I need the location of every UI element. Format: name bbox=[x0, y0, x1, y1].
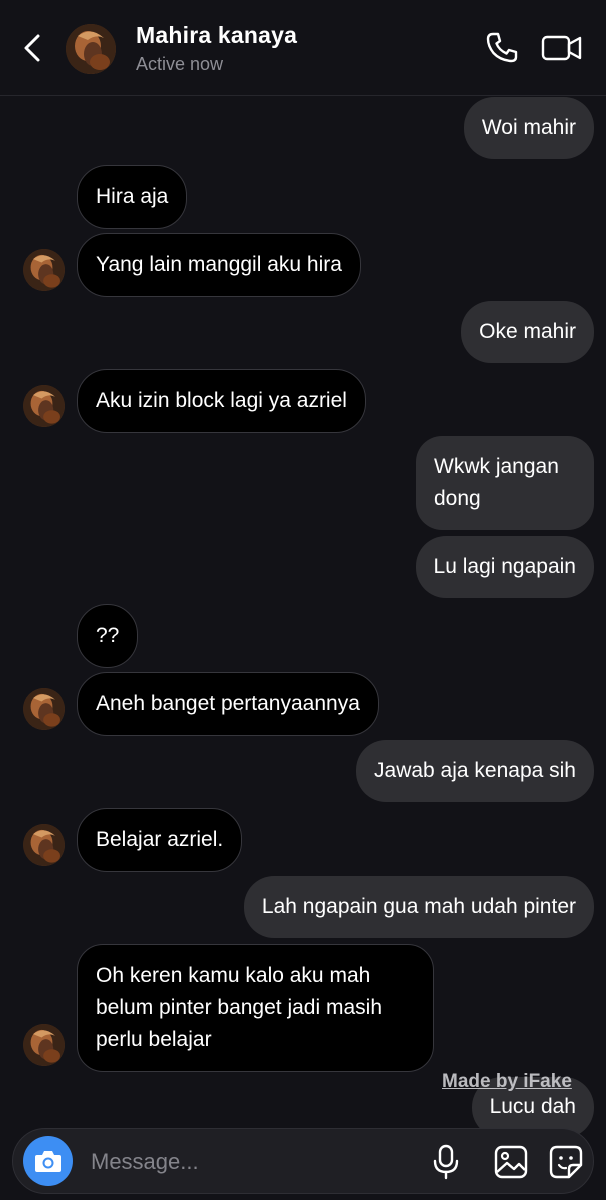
message-bubble-outgoing[interactable]: Jawab aja kenapa sih bbox=[356, 740, 594, 802]
watermark: Made by iFake bbox=[442, 1071, 572, 1092]
message-bubble-outgoing[interactable]: Wkwk jangan dong bbox=[416, 436, 594, 530]
message-bubble-incoming[interactable]: Oh keren kamu kalo aku mah belum pinter … bbox=[77, 944, 434, 1072]
message-bubble-incoming[interactable]: Aneh banget pertanyaannya bbox=[77, 672, 379, 736]
contact-name[interactable]: Mahira kanaya bbox=[136, 22, 297, 49]
message-avatar[interactable] bbox=[23, 688, 65, 730]
message-avatar[interactable] bbox=[23, 249, 65, 291]
message-avatar[interactable] bbox=[23, 385, 65, 427]
contact-avatar[interactable] bbox=[66, 24, 116, 74]
message-bubble-outgoing[interactable]: Lu lagi ngapain bbox=[415, 536, 594, 598]
message-bubble-incoming[interactable]: Belajar azriel. bbox=[77, 808, 243, 872]
message-avatar[interactable] bbox=[23, 1024, 65, 1066]
message-composer bbox=[12, 1128, 594, 1194]
message-input[interactable] bbox=[91, 1145, 411, 1179]
avatar-image bbox=[23, 1024, 65, 1066]
camera-button[interactable] bbox=[23, 1136, 73, 1186]
chat-header: Mahira kanaya Active now bbox=[0, 0, 606, 96]
chat-screen: Mahira kanaya Active now Woi mahir Hira … bbox=[0, 0, 606, 1200]
gallery-icon bbox=[494, 1145, 528, 1179]
video-call-button[interactable] bbox=[540, 30, 584, 66]
avatar-image bbox=[66, 24, 116, 74]
message-bubble-incoming[interactable]: Yang lain manggil aku hira bbox=[77, 233, 361, 297]
message-avatar[interactable] bbox=[23, 824, 65, 866]
back-icon bbox=[24, 34, 40, 62]
phone-icon bbox=[486, 32, 518, 63]
avatar-image bbox=[23, 688, 65, 730]
sticker-icon bbox=[549, 1145, 583, 1179]
message-bubble-incoming[interactable]: Hira aja bbox=[77, 165, 188, 229]
message-bubble-incoming[interactable]: ?? bbox=[77, 604, 139, 668]
message-bubble-incoming[interactable]: Aku izin block lagi ya azriel bbox=[77, 369, 366, 433]
gallery-button[interactable] bbox=[493, 1144, 529, 1180]
avatar-image bbox=[23, 385, 65, 427]
audio-call-button[interactable] bbox=[484, 30, 520, 66]
sticker-button[interactable] bbox=[548, 1144, 584, 1180]
microphone-icon bbox=[433, 1144, 459, 1180]
message-bubble-outgoing[interactable]: Woi mahir bbox=[463, 97, 594, 159]
voice-message-button[interactable] bbox=[431, 1144, 461, 1180]
avatar-image bbox=[23, 249, 65, 291]
contact-status: Active now bbox=[136, 54, 224, 74]
message-bubble-outgoing[interactable]: Lah ngapain gua mah udah pinter bbox=[243, 876, 594, 938]
avatar-image bbox=[23, 824, 65, 866]
message-bubble-outgoing[interactable]: Oke mahir bbox=[461, 301, 594, 363]
camera-icon bbox=[35, 1151, 61, 1172]
video-camera-icon bbox=[541, 35, 582, 61]
back-button[interactable] bbox=[14, 28, 50, 68]
